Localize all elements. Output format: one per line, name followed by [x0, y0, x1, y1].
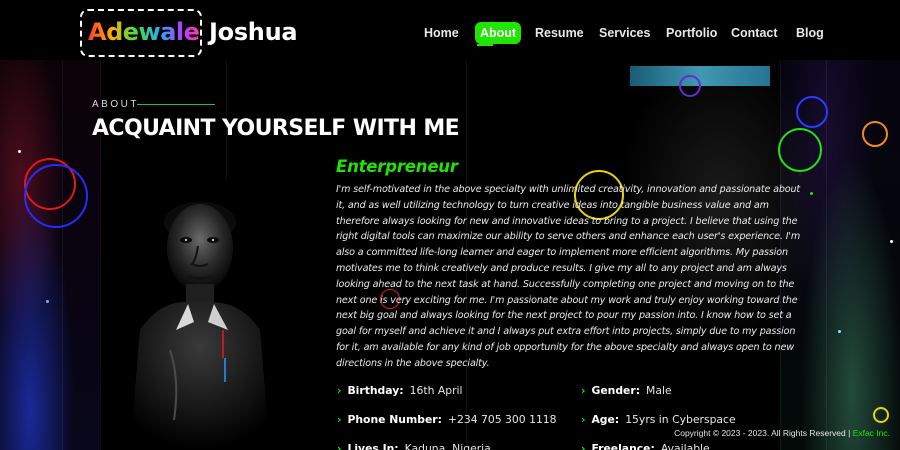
detail-label: Phone Number: — [347, 413, 442, 426]
detail-label: Gender: — [591, 384, 641, 397]
about-page: Adewale Joshua Home About Resume Service… — [0, 0, 900, 450]
detail-gender: › Gender: Male — [581, 383, 672, 399]
detail-lives-in: › Lives In: Kaduna, Nigeria — [337, 441, 491, 450]
chevron-right-icon: › — [337, 442, 342, 450]
chevron-right-icon: › — [337, 384, 342, 397]
decor-dot — [46, 300, 49, 303]
detail-value: 15yrs in Cyberspace — [625, 413, 736, 426]
chevron-right-icon: › — [581, 413, 586, 426]
decor-dot — [838, 330, 841, 333]
background-left-glow — [0, 60, 100, 450]
decor-ring-blue — [24, 164, 88, 228]
chevron-right-icon: › — [337, 413, 342, 426]
decor-ring-yellow-small — [873, 407, 889, 423]
nav-item-home[interactable]: Home — [424, 22, 459, 44]
chevron-right-icon: › — [581, 384, 586, 397]
detail-value: 16th April — [409, 384, 463, 397]
decor-dot — [810, 192, 813, 195]
chevron-right-icon: › — [581, 442, 586, 450]
nav-item-blog[interactable]: Blog — [796, 22, 824, 44]
section-kicker: ABOUT — [92, 99, 139, 110]
nav-item-about[interactable]: About — [475, 22, 522, 44]
profile-photo-image — [110, 180, 330, 450]
section-title: ACQUAINT YOURSELF WITH ME — [92, 116, 460, 141]
copyright-notice: Copyright © 2023 - 2023. All Rights Rese… — [674, 428, 890, 438]
detail-birthday: › Birthday: 16th April — [337, 383, 463, 399]
detail-freelance: › Freelance: Available — [581, 441, 710, 450]
main-nav: Home About Resume Services Portfolio Con… — [0, 22, 900, 46]
decor-dot — [18, 150, 21, 153]
detail-value: Kaduna, Nigeria — [404, 442, 491, 450]
detail-value[interactable]: +234 705 300 1118 — [448, 413, 557, 426]
bio-paragraph: I'm self-motivated in the above specialt… — [336, 184, 801, 369]
nav-item-resume[interactable]: Resume — [535, 22, 584, 44]
decor-ring-orange — [862, 121, 888, 147]
copyright-text: Copyright © 2023 - 2023. All Rights Rese… — [674, 428, 851, 438]
nav-item-services[interactable]: Services — [599, 22, 650, 44]
detail-label: Lives In: — [347, 442, 399, 450]
nav-item-contact[interactable]: Contact — [731, 22, 778, 44]
detail-age: › Age: 15yrs in Cyberspace — [581, 412, 736, 428]
decor-ring-blue-right — [796, 96, 828, 128]
detail-label: Birthday: — [347, 384, 404, 397]
site-header: Adewale Joshua Home About Resume Service… — [0, 0, 900, 64]
detail-label: Freelance: — [591, 442, 655, 450]
copyright-brand-link[interactable]: Exfac Inc. — [853, 428, 890, 438]
detail-phone: › Phone Number: +234 705 300 1118 — [337, 412, 557, 428]
decor-ring-purple — [679, 75, 701, 97]
nav-active-indicator — [477, 44, 493, 46]
nav-item-portfolio[interactable]: Portfolio — [666, 22, 717, 44]
role-title: Enterpreneur — [336, 157, 458, 176]
profile-photo — [110, 180, 330, 450]
detail-value: Male — [646, 384, 672, 397]
decor-dot — [890, 240, 893, 243]
kicker-divider — [137, 104, 215, 105]
detail-value: Available — [660, 442, 710, 450]
decor-ring-green — [778, 128, 822, 172]
background-line — [62, 60, 63, 450]
detail-label: Age: — [591, 413, 620, 426]
